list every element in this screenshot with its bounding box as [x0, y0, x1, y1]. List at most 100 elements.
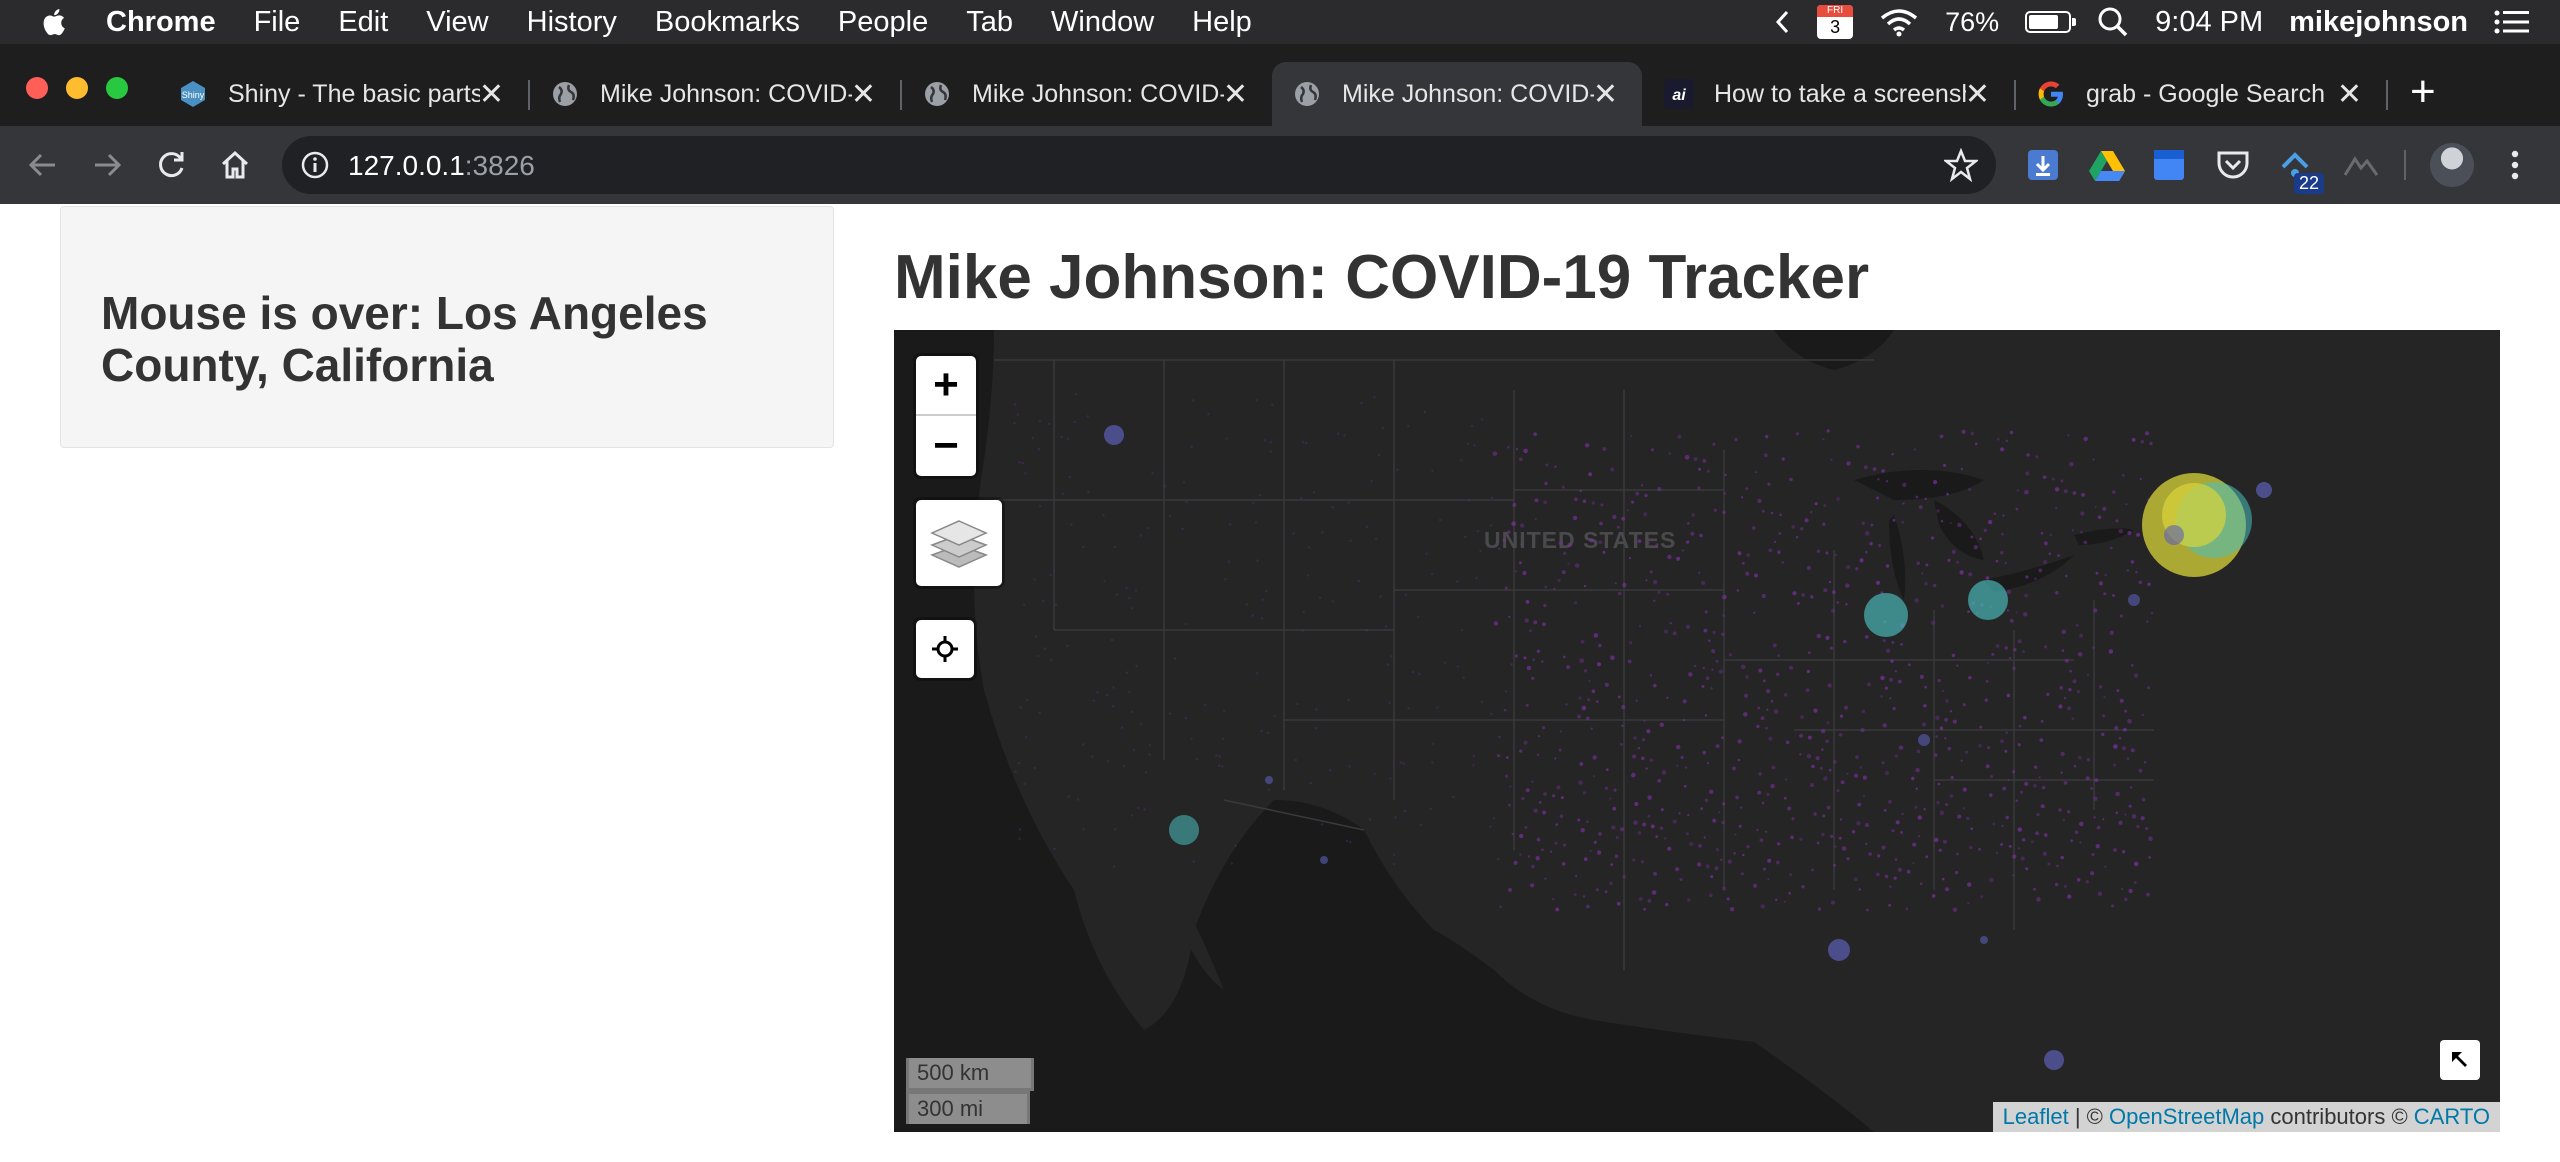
county-dot[interactable] — [1935, 715, 1940, 721]
county-dot[interactable] — [1828, 580, 1832, 584]
county-dot[interactable] — [2033, 783, 2037, 788]
county-dot[interactable] — [1885, 564, 1890, 568]
county-dot[interactable] — [1822, 814, 1826, 818]
county-dot[interactable] — [2144, 761, 2147, 764]
county-dot[interactable] — [2041, 785, 2046, 790]
county-dot[interactable] — [2147, 686, 2150, 690]
county-dot[interactable] — [1936, 801, 1940, 805]
county-dot[interactable] — [1767, 858, 1772, 863]
county-dot[interactable] — [2080, 531, 2083, 534]
county-dot[interactable] — [1512, 503, 1517, 507]
county-dot[interactable] — [1947, 746, 1951, 751]
county-dot[interactable] — [1703, 628, 1708, 633]
county-dot[interactable] — [1970, 431, 1975, 436]
county-dot[interactable] — [2012, 874, 2015, 877]
county-dot[interactable] — [2077, 652, 2083, 657]
county-dot[interactable] — [1789, 665, 1794, 670]
county-dot[interactable] — [1556, 785, 1561, 790]
county-dot[interactable] — [2055, 506, 2058, 510]
case-circle[interactable] — [2128, 594, 2140, 606]
county-dot[interactable] — [1509, 785, 1512, 788]
county-dot[interactable] — [1425, 552, 1428, 555]
county-dot[interactable] — [1192, 860, 1195, 863]
county-dot[interactable] — [1934, 753, 1938, 757]
county-dot[interactable] — [1597, 662, 1601, 667]
county-dot[interactable] — [1841, 846, 1847, 851]
county-dot[interactable] — [1579, 658, 1584, 663]
county-dot[interactable] — [1699, 533, 1703, 538]
county-dot[interactable] — [1894, 754, 1899, 758]
county-dot[interactable] — [1549, 850, 1553, 853]
county-dot[interactable] — [1026, 698, 1029, 702]
county-dot[interactable] — [1684, 454, 1690, 460]
county-dot[interactable] — [1631, 772, 1636, 778]
county-dot[interactable] — [1945, 887, 1950, 892]
county-dot[interactable] — [2110, 546, 2113, 550]
county-dot[interactable] — [2131, 437, 2136, 442]
tab-close-icon[interactable]: ✕ — [1965, 77, 1990, 112]
county-dot[interactable] — [1256, 672, 1259, 675]
county-dot[interactable] — [1846, 772, 1849, 775]
county-dot[interactable] — [1384, 625, 1388, 628]
county-dot[interactable] — [2023, 612, 2028, 617]
county-dot[interactable] — [1709, 789, 1714, 794]
county-dot[interactable] — [1942, 689, 1945, 692]
county-dot[interactable] — [2005, 731, 2008, 734]
county-dot[interactable] — [1588, 680, 1591, 683]
county-dot[interactable] — [1810, 595, 1814, 599]
county-dot[interactable] — [1865, 842, 1868, 845]
county-dot[interactable] — [1033, 766, 1036, 770]
county-dot[interactable] — [2138, 768, 2143, 773]
county-dot[interactable] — [1134, 589, 1138, 592]
county-dot[interactable] — [1866, 908, 1869, 912]
county-dot[interactable] — [1921, 572, 1924, 575]
county-dot[interactable] — [1533, 808, 1538, 813]
county-dot[interactable] — [1593, 840, 1597, 844]
county-dot[interactable] — [1617, 591, 1622, 596]
county-dot[interactable] — [1917, 835, 1921, 838]
tab-covid-tracker-active[interactable]: Mike Johnson: COVID-19 Tracker ✕ — [1272, 62, 1642, 126]
county-dot[interactable] — [1647, 795, 1652, 800]
county-dot[interactable] — [1709, 893, 1713, 898]
county-dot[interactable] — [2140, 816, 2145, 821]
county-dot[interactable] — [1795, 432, 1799, 436]
county-dot[interactable] — [1853, 773, 1859, 778]
county-dot[interactable] — [1687, 522, 1690, 525]
county-dot[interactable] — [1638, 624, 1642, 628]
county-dot[interactable] — [1859, 558, 1864, 563]
county-dot[interactable] — [1649, 674, 1652, 677]
county-dot[interactable] — [1301, 629, 1305, 632]
county-dot[interactable] — [1789, 873, 1792, 876]
county-dot[interactable] — [1269, 450, 1273, 453]
county-dot[interactable] — [1710, 875, 1714, 879]
county-dot[interactable] — [1960, 467, 1964, 471]
county-dot[interactable] — [1897, 867, 1902, 872]
county-dot[interactable] — [2104, 865, 2107, 868]
county-dot[interactable] — [2079, 821, 2084, 827]
county-dot[interactable] — [2094, 778, 2099, 782]
county-dot[interactable] — [1114, 828, 1117, 831]
county-dot[interactable] — [1675, 867, 1680, 872]
county-dot[interactable] — [1660, 808, 1664, 812]
county-dot[interactable] — [2113, 848, 2117, 852]
county-dot[interactable] — [1706, 761, 1710, 765]
county-dot[interactable] — [1704, 798, 1709, 802]
county-dot[interactable] — [2044, 645, 2048, 649]
county-dot[interactable] — [1834, 845, 1837, 848]
county-dot[interactable] — [2015, 507, 2019, 511]
county-dot[interactable] — [1102, 514, 1105, 517]
county-dot[interactable] — [2109, 630, 2114, 635]
county-dot[interactable] — [1722, 802, 1726, 806]
county-dot[interactable] — [1066, 437, 1070, 440]
county-dot[interactable] — [1620, 827, 1625, 832]
county-dot[interactable] — [2134, 673, 2139, 678]
county-dot[interactable] — [2025, 471, 2030, 476]
county-dot[interactable] — [2002, 514, 2005, 517]
county-dot[interactable] — [1647, 899, 1652, 903]
tab-close-icon[interactable]: ✕ — [851, 77, 876, 112]
county-dot[interactable] — [1979, 537, 1982, 541]
county-dot[interactable] — [2018, 724, 2022, 728]
county-dot[interactable] — [1881, 845, 1886, 850]
county-dot[interactable] — [1379, 595, 1382, 598]
county-dot[interactable] — [1777, 654, 1780, 657]
